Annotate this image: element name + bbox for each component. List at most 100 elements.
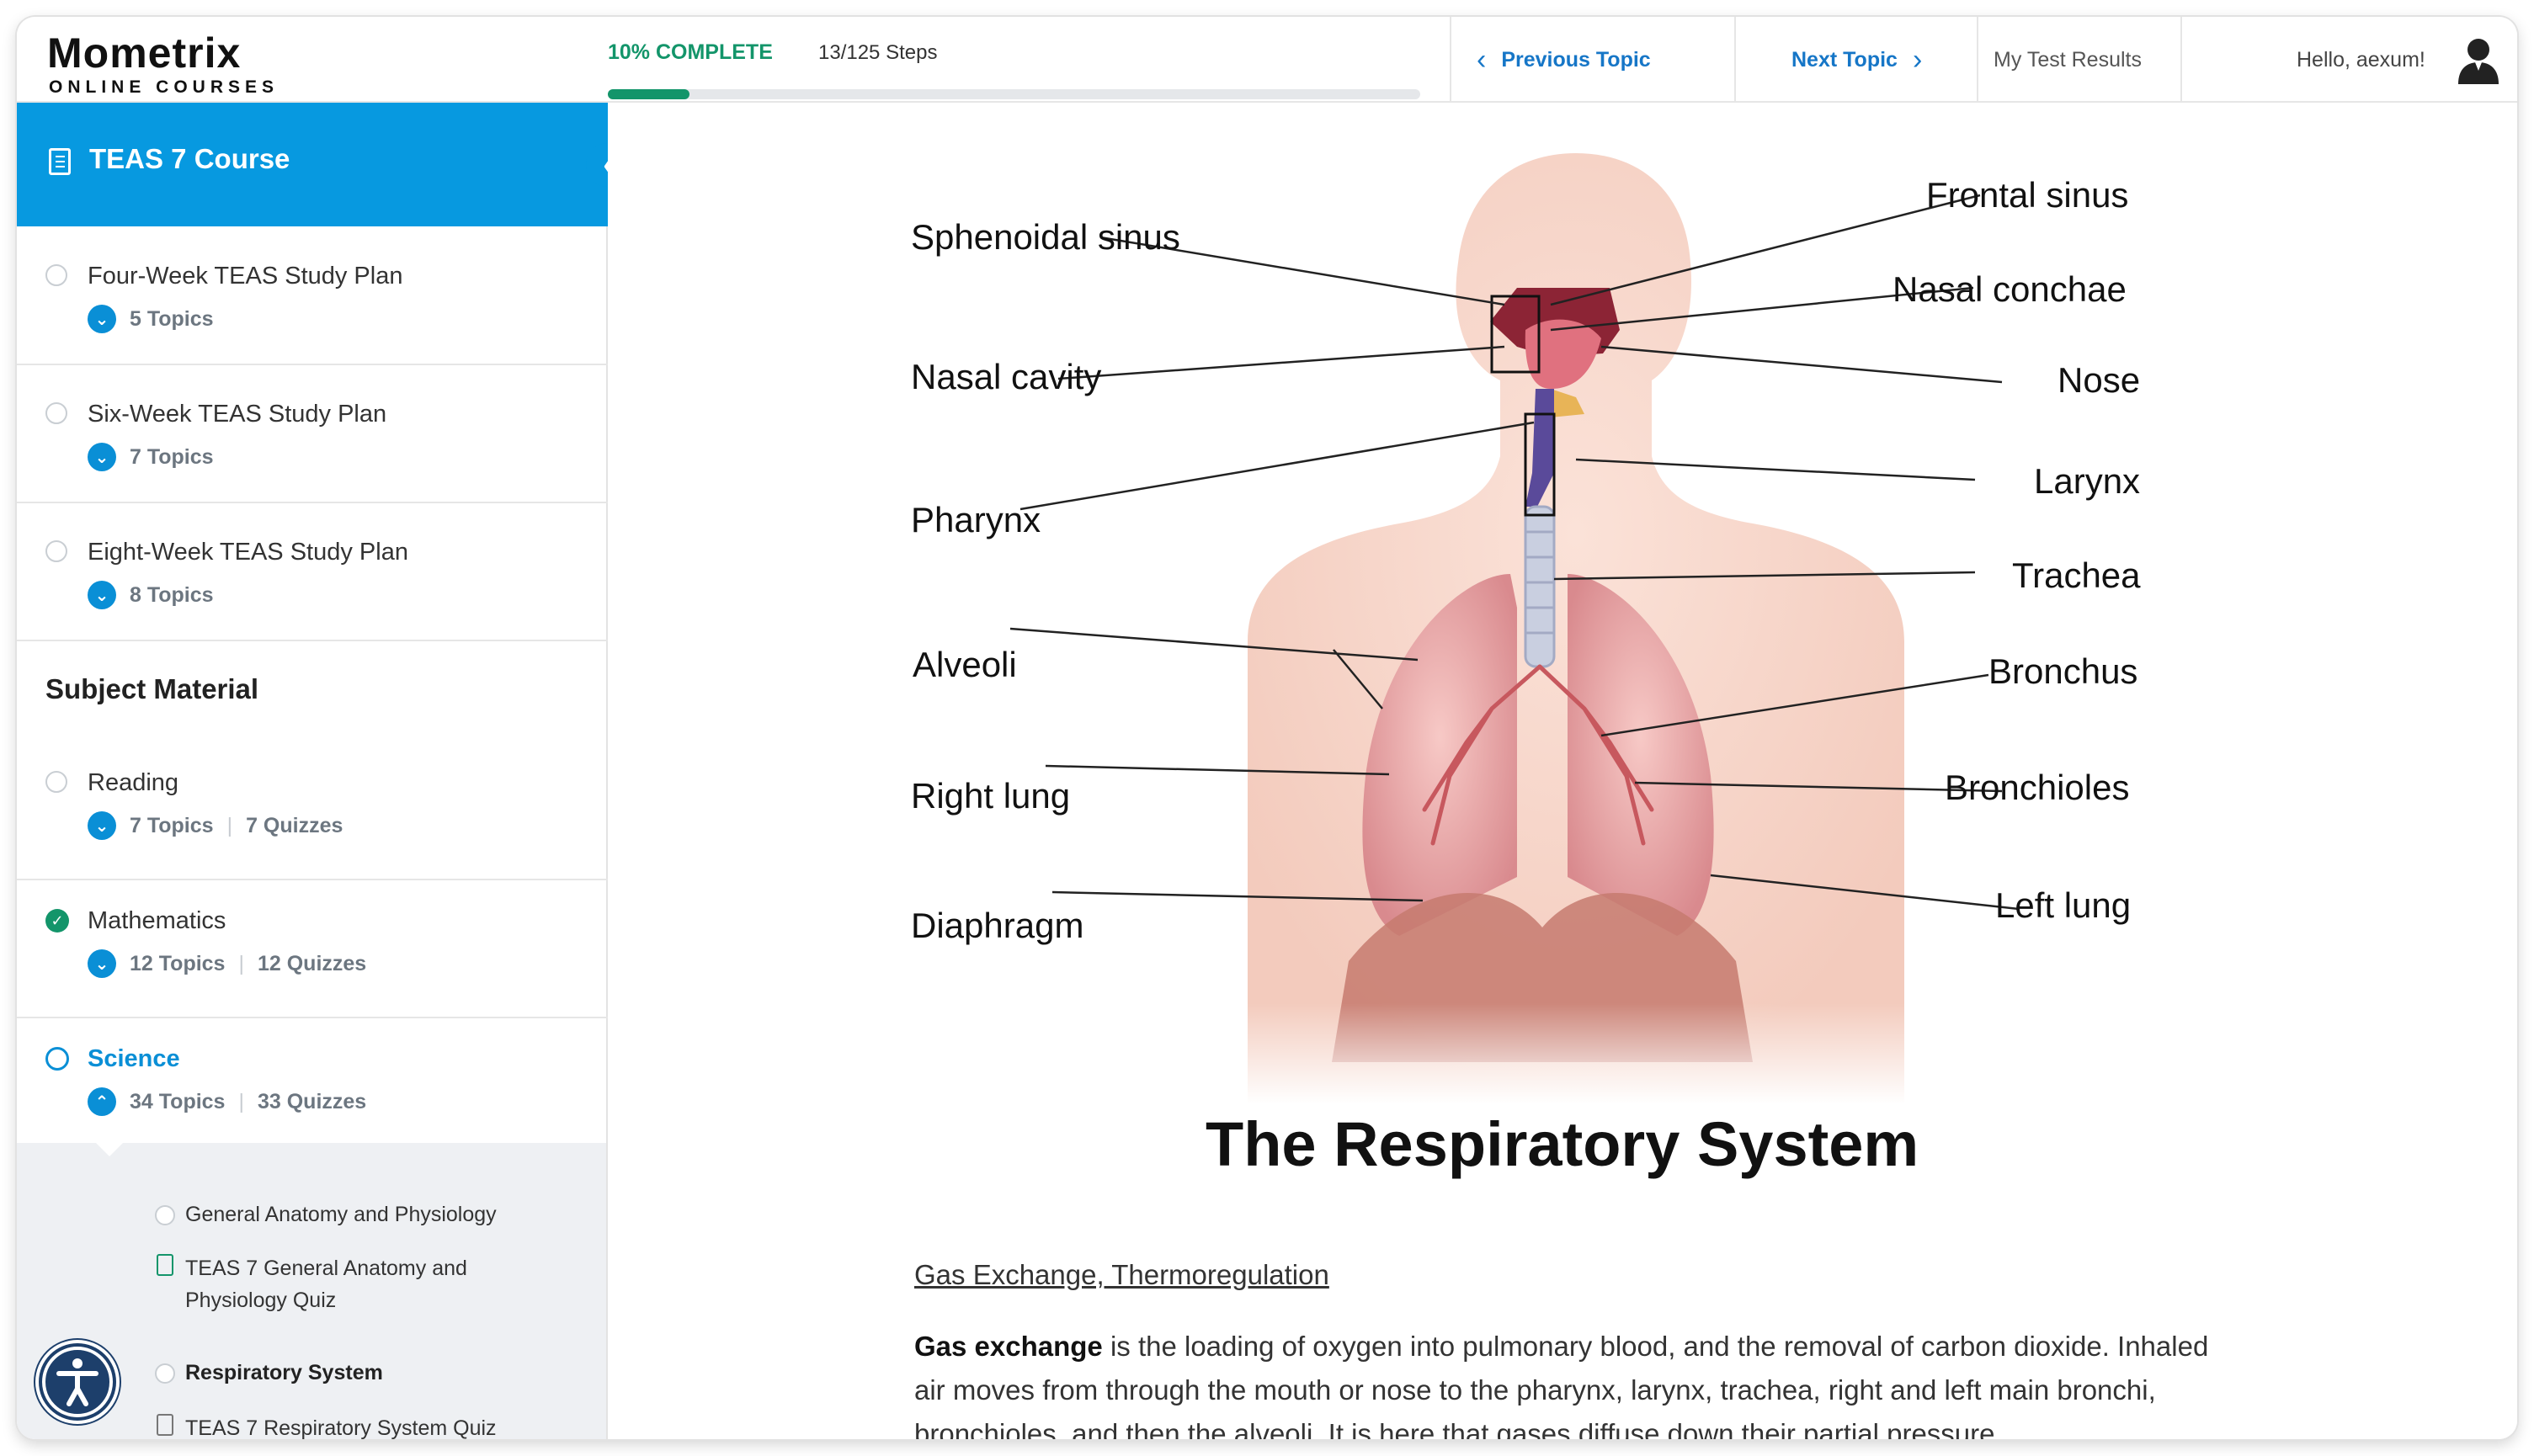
- course-title[interactable]: TEAS 7 Course: [89, 143, 290, 175]
- study-plan-item[interactable]: Six-Week TEAS Study Plan ⌄ 7 Topics: [17, 365, 608, 503]
- subject-item-reading[interactable]: Reading ⌄ 7 Topics | 7 Quizzes: [17, 742, 608, 880]
- label-bronchus: Bronchus: [1988, 651, 2138, 691]
- accessibility-icon[interactable]: [39, 1343, 116, 1421]
- next-topic-label: Next Topic: [1791, 47, 1898, 72]
- subject-item-science[interactable]: Science ⌃ 34 Topics | 33 Quizzes: [17, 1018, 608, 1145]
- label-nasal-conchae: Nasal conchae: [1893, 269, 2127, 309]
- chevron-down-icon: ⌄: [88, 949, 116, 978]
- chevron-left-icon: ‹: [1477, 44, 1487, 76]
- top-header: Mometrix ONLINE COURSES 10% COMPLETE 13/…: [17, 17, 2517, 103]
- logo-subtitle: ONLINE COURSES: [49, 77, 279, 97]
- label-sphenoidal-sinus: Sphenoidal sinus: [911, 217, 1180, 257]
- study-plan-meta[interactable]: ⌄ 5 Topics: [88, 305, 214, 333]
- status-radio-icon: [45, 402, 67, 424]
- gas-exchange-topic-link[interactable]: Gas Exchange, Thermoregulation: [914, 1259, 1329, 1291]
- subject-material-heading: Subject Material: [45, 673, 259, 704]
- panel-notch: [94, 1141, 125, 1156]
- respiratory-diagram: Sphenoidal sinus Nasal cavity Pharynx Al…: [911, 136, 2224, 1214]
- label-alveoli: Alveoli: [913, 645, 1017, 684]
- subject-meta[interactable]: ⌄ 12 Topics | 12 Quizzes: [88, 949, 366, 978]
- quiz-item[interactable]: TEAS 7 Respiratory System Quiz: [185, 1412, 497, 1439]
- topics-count: 7 Topics: [130, 444, 214, 469]
- topics-count: 7 Topics: [130, 813, 214, 837]
- course-progress: 10% COMPLETE 13/125 Steps: [608, 35, 1433, 99]
- status-radio-icon: [45, 540, 67, 562]
- study-plan-item[interactable]: Four-Week TEAS Study Plan ⌄ 5 Topics: [17, 227, 608, 365]
- quiz-label-line2: Physiology Quiz: [185, 1289, 337, 1312]
- progress-bar: [608, 89, 1420, 99]
- topics-count: 34 Topics: [130, 1089, 226, 1113]
- subject-title: Mathematics: [88, 907, 226, 934]
- course-sidebar: TEAS 7 Course ‹ Four-Week TEAS Study Pla…: [17, 103, 630, 1439]
- study-plan-title: Six-Week TEAS Study Plan: [88, 401, 387, 428]
- subject-title: Science: [88, 1045, 180, 1072]
- previous-topic-label: Previous Topic: [1501, 47, 1651, 72]
- meta-separator: |: [238, 1089, 244, 1113]
- study-plan-item[interactable]: Eight-Week TEAS Study Plan ⌄ 8 Topics: [17, 503, 608, 641]
- label-trachea: Trachea: [2012, 555, 2141, 595]
- label-nasal-cavity: Nasal cavity: [911, 357, 1102, 396]
- course-book-icon: [49, 148, 71, 175]
- lesson-content: Sphenoidal sinus Nasal cavity Pharynx Al…: [608, 103, 2517, 1439]
- diagram-title: The Respiratory System: [1206, 1109, 1919, 1179]
- check-complete-icon: ✓: [45, 909, 69, 933]
- chevron-down-icon: ⌄: [88, 443, 116, 471]
- status-radio-icon: [45, 1047, 69, 1071]
- header-divider: [1450, 17, 1451, 103]
- chevron-down-icon: ⌄: [88, 811, 116, 840]
- subject-meta[interactable]: ⌃ 34 Topics | 33 Quizzes: [88, 1087, 366, 1116]
- label-left-lung: Left lung: [1995, 885, 2132, 925]
- study-plan-title: Four-Week TEAS Study Plan: [88, 263, 403, 290]
- subject-item-mathematics[interactable]: ✓ Mathematics ⌄ 12 Topics | 12 Quizzes: [17, 880, 608, 1018]
- lesson-paragraph: Gas exchange is the loading of oxygen in…: [914, 1325, 2228, 1439]
- topics-count: 12 Topics: [130, 951, 226, 975]
- label-frontal-sinus: Frontal sinus: [1926, 175, 2129, 215]
- mometrix-logo[interactable]: Mometrix ONLINE COURSES: [47, 29, 317, 97]
- study-plan-meta[interactable]: ⌄ 7 Topics: [88, 443, 214, 471]
- label-bronchioles: Bronchioles: [1945, 768, 2130, 807]
- topics-count: 5 Topics: [130, 306, 214, 331]
- lesson-item[interactable]: General Anatomy and Physiology: [185, 1198, 497, 1230]
- study-plan-meta[interactable]: ⌄ 8 Topics: [88, 581, 214, 609]
- label-pharynx: Pharynx: [911, 500, 1041, 539]
- progress-steps: 13/125 Steps: [818, 41, 938, 64]
- previous-topic-button[interactable]: ‹ Previous Topic: [1461, 17, 1651, 103]
- lesson-status-icon: [155, 1205, 175, 1225]
- app-window: Mometrix ONLINE COURSES 10% COMPLETE 13/…: [17, 17, 2517, 1439]
- quizzes-count: 7 Quizzes: [246, 813, 343, 837]
- lesson-item-current[interactable]: Respiratory System: [185, 1357, 383, 1389]
- meta-separator: |: [238, 951, 244, 975]
- study-plan-title: Eight-Week TEAS Study Plan: [88, 539, 408, 566]
- my-test-results-link[interactable]: My Test Results: [1994, 17, 2142, 103]
- label-diaphragm: Diaphragm: [911, 906, 1084, 945]
- header-divider: [1977, 17, 1978, 103]
- course-header: TEAS 7 Course: [17, 103, 608, 226]
- chevron-down-icon: ⌄: [88, 305, 116, 333]
- lesson-status-icon: [155, 1363, 175, 1384]
- next-topic-button[interactable]: Next Topic ›: [1791, 17, 1937, 103]
- quizzes-count: 12 Quizzes: [257, 951, 367, 975]
- status-radio-icon: [45, 771, 67, 793]
- label-right-lung: Right lung: [911, 776, 1071, 816]
- quizzes-count: 33 Quizzes: [257, 1089, 367, 1113]
- label-larynx: Larynx: [2034, 461, 2141, 501]
- user-avatar-icon[interactable]: [2457, 37, 2500, 84]
- status-radio-icon: [45, 264, 67, 286]
- label-nose: Nose: [2058, 360, 2141, 400]
- chevron-down-icon: ⌄: [88, 581, 116, 609]
- header-divider: [1734, 17, 1736, 103]
- quiz-label-line1: TEAS 7 General Anatomy and: [185, 1257, 467, 1280]
- user-greeting: Hello, aexum!: [2297, 47, 2425, 72]
- header-divider: [2180, 17, 2182, 103]
- progress-fill: [608, 89, 689, 99]
- quiz-icon: [157, 1414, 173, 1436]
- progress-percent: 10% COMPLETE: [608, 40, 773, 64]
- subject-title: Reading: [88, 769, 179, 796]
- logo-wordmark: Mometrix: [47, 29, 242, 77]
- quiz-icon: [157, 1254, 173, 1276]
- meta-separator: |: [226, 813, 233, 837]
- quiz-item[interactable]: TEAS 7 General Anatomy and Physiology Qu…: [185, 1252, 467, 1316]
- subject-meta[interactable]: ⌄ 7 Topics | 7 Quizzes: [88, 811, 343, 840]
- topics-count: 8 Topics: [130, 582, 214, 607]
- chevron-up-icon: ⌃: [88, 1087, 116, 1116]
